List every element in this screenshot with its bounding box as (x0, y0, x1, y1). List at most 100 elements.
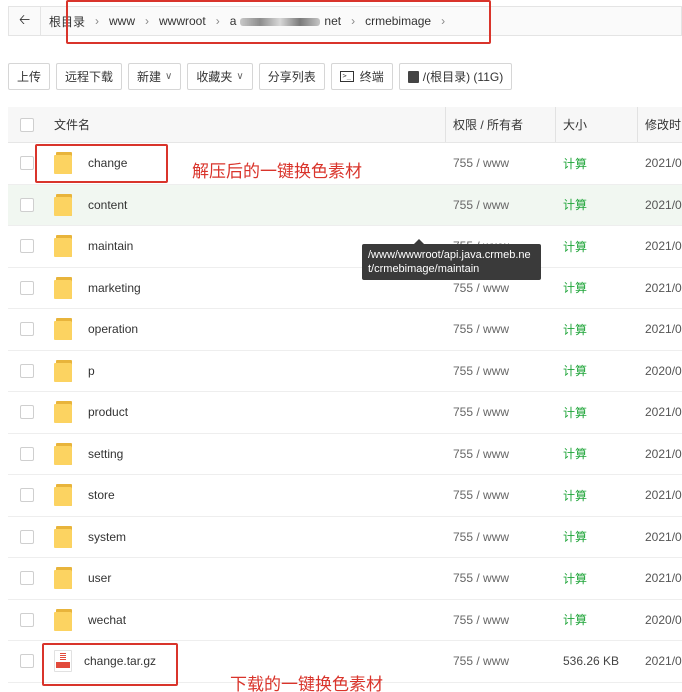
file-perm[interactable]: 755 / www (453, 281, 509, 295)
file-perm[interactable]: 755 / www (453, 613, 509, 627)
column-divider (555, 107, 556, 142)
toolbar: 上传 远程下载 新建 ∨ 收藏夹 ∨ 分享列表 >_ 终端 /(根目录) (11G) (8, 63, 513, 90)
file-perm[interactable]: 755 / www (453, 198, 509, 212)
calc-size-link[interactable]: 计算 (563, 487, 587, 504)
table-row[interactable]: system 755 / www 计算 2021/02 (8, 517, 682, 558)
chevron-down-icon: ∨ (236, 71, 244, 82)
file-perm[interactable]: 755 / www (453, 571, 509, 585)
calc-size-link[interactable]: 计算 (563, 611, 587, 628)
table-row[interactable]: maintain 755 / www 计算 2021/01 (8, 226, 682, 268)
row-checkbox[interactable] (20, 363, 34, 378)
file-name[interactable]: store (88, 488, 115, 502)
file-perm[interactable]: 755 / www (453, 405, 509, 419)
calc-size-link[interactable]: 计算 (563, 528, 587, 545)
file-date: 2021/02 (645, 446, 682, 461)
file-perm[interactable]: 755 / www (453, 488, 509, 502)
row-checkbox[interactable] (20, 322, 34, 337)
row-checkbox[interactable] (20, 239, 34, 254)
folder-icon (54, 484, 74, 507)
annotation-box-breadcrumb (66, 0, 491, 44)
back-button[interactable]: 🡠 (9, 7, 41, 35)
file-name[interactable]: product (88, 405, 128, 419)
file-perm[interactable]: 755 / www (453, 447, 509, 461)
row-checkbox[interactable] (20, 156, 34, 171)
file-name[interactable]: marketing (88, 281, 141, 295)
row-checkbox[interactable] (20, 529, 34, 544)
file-perm[interactable]: 755 / www (453, 654, 509, 668)
folder-icon (54, 525, 74, 548)
folder-icon (54, 442, 74, 465)
row-checkbox[interactable] (20, 488, 34, 503)
folder-icon (54, 401, 74, 424)
folder-icon (54, 235, 74, 258)
table-row[interactable]: store 755 / www 计算 2021/01 (8, 475, 682, 517)
file-name[interactable]: setting (88, 447, 123, 461)
calc-size-link[interactable]: 计算 (563, 404, 587, 421)
file-name[interactable]: maintain (88, 239, 133, 253)
row-checkbox[interactable] (20, 446, 34, 461)
table-row[interactable]: product 755 / www 计算 2021/01 (8, 392, 682, 434)
file-date: 2021/01 (645, 571, 682, 586)
header-perm[interactable]: 权限 / 所有者 (453, 116, 523, 133)
calc-size-link[interactable]: 计算 (563, 445, 587, 462)
file-name[interactable]: operation (88, 322, 138, 336)
file-date: 2021/01 (645, 280, 682, 295)
disk-button[interactable]: /(根目录) (11G) (398, 63, 513, 90)
favorites-button[interactable]: 收藏夹 ∨ (187, 63, 253, 90)
share-list-button[interactable]: 分享列表 (258, 63, 325, 90)
file-date: 2021/01 (645, 197, 682, 212)
file-name[interactable]: content (88, 198, 127, 212)
new-button-label: 新建 (137, 70, 162, 84)
calc-size-link[interactable]: 计算 (563, 238, 587, 255)
file-name[interactable]: user (88, 571, 111, 585)
table-row[interactable]: setting 755 / www 计算 2021/02 (8, 434, 682, 475)
table-row[interactable]: p 755 / www 计算 2020/08 (8, 351, 682, 392)
table-row[interactable]: wechat 755 / www 计算 2020/08 (8, 600, 682, 641)
file-date: 2021/07 (645, 156, 682, 171)
new-button[interactable]: 新建 ∨ (128, 63, 182, 90)
file-name[interactable]: wechat (88, 613, 126, 627)
folder-icon (54, 567, 74, 590)
calc-size-link[interactable]: 计算 (563, 155, 587, 172)
row-checkbox[interactable] (20, 571, 34, 586)
row-checkbox[interactable] (20, 280, 34, 295)
file-date: 2021/01 (645, 405, 682, 420)
column-divider (445, 107, 446, 142)
calc-size-link[interactable]: 计算 (563, 279, 587, 296)
file-date: 2021/01 (645, 322, 682, 337)
file-name[interactable]: p (88, 364, 95, 378)
file-perm[interactable]: 755 / www (453, 364, 509, 378)
file-perm[interactable]: 755 / www (453, 322, 509, 336)
file-date: 2020/08 (645, 363, 682, 378)
calc-size-link[interactable]: 计算 (563, 321, 587, 338)
header-size[interactable]: 大小 (563, 116, 587, 133)
calc-size-link[interactable]: 计算 (563, 362, 587, 379)
table-row[interactable]: user 755 / www 计算 2021/01 (8, 558, 682, 600)
annotation-box-change-folder (35, 144, 168, 183)
chevron-down-icon: ∨ (165, 71, 173, 82)
file-name[interactable]: system (88, 530, 126, 544)
folder-icon (54, 359, 74, 382)
select-all-checkbox[interactable] (20, 117, 34, 132)
row-checkbox[interactable] (20, 405, 34, 420)
annotation-downloaded: 下载的一键换色素材 (230, 675, 383, 692)
calc-size-link[interactable]: 计算 (563, 570, 587, 587)
remote-download-button[interactable]: 远程下载 (56, 63, 123, 90)
file-perm[interactable]: 755 / www (453, 530, 509, 544)
terminal-button[interactable]: >_ 终端 (330, 63, 393, 90)
file-size: 536.26 KB (563, 654, 620, 669)
favorites-button-label: 收藏夹 (196, 70, 233, 84)
header-modified[interactable]: 修改时 (645, 116, 681, 133)
table-row[interactable]: operation 755 / www 计算 2021/01 (8, 309, 682, 351)
file-date: 2021/01 (645, 239, 682, 254)
table-row[interactable]: content 755 / www 计算 2021/01 (8, 184, 682, 226)
annotation-box-archive (42, 643, 178, 686)
row-checkbox[interactable] (20, 197, 34, 212)
row-checkbox[interactable] (20, 612, 34, 627)
row-checkbox[interactable] (20, 654, 34, 669)
calc-size-link[interactable]: 计算 (563, 196, 587, 213)
file-perm[interactable]: 755 / www (453, 156, 509, 170)
table-row[interactable]: marketing 755 / www 计算 2021/01 (8, 268, 682, 309)
header-name[interactable]: 文件名 (54, 116, 90, 133)
upload-button[interactable]: 上传 (8, 63, 51, 90)
